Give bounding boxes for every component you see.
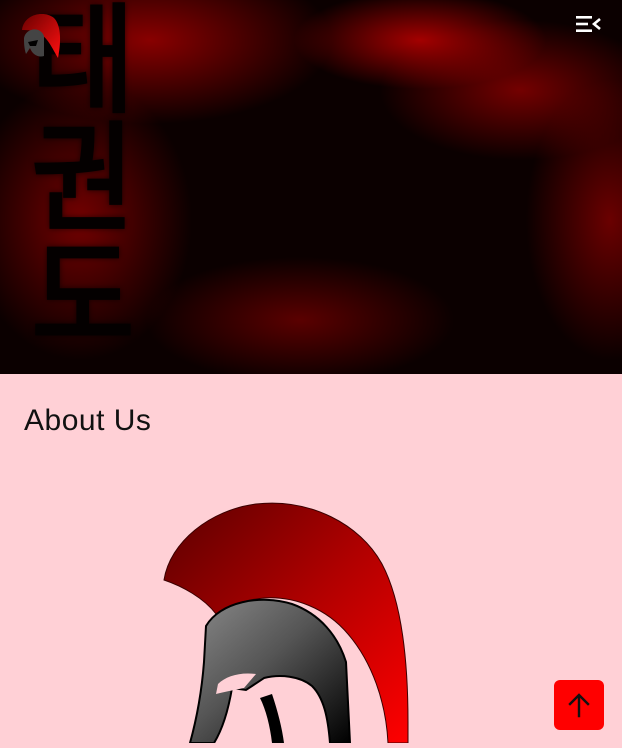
hero-banner: 태 권 도 <box>0 0 622 374</box>
menu-collapse-icon <box>576 16 601 32</box>
calligraphy-char-3: 도 <box>31 228 135 366</box>
menu-button[interactable] <box>572 8 604 40</box>
calligraphy-char-2: 권 <box>31 110 135 248</box>
about-section: About Us <box>0 374 622 744</box>
back-to-top-button[interactable] <box>554 680 604 730</box>
spartan-helmet-logo-icon[interactable] <box>14 8 66 68</box>
page-title: About Us <box>24 404 152 437</box>
arrow-up-icon <box>568 693 590 718</box>
spartan-helmet-image <box>160 502 420 744</box>
